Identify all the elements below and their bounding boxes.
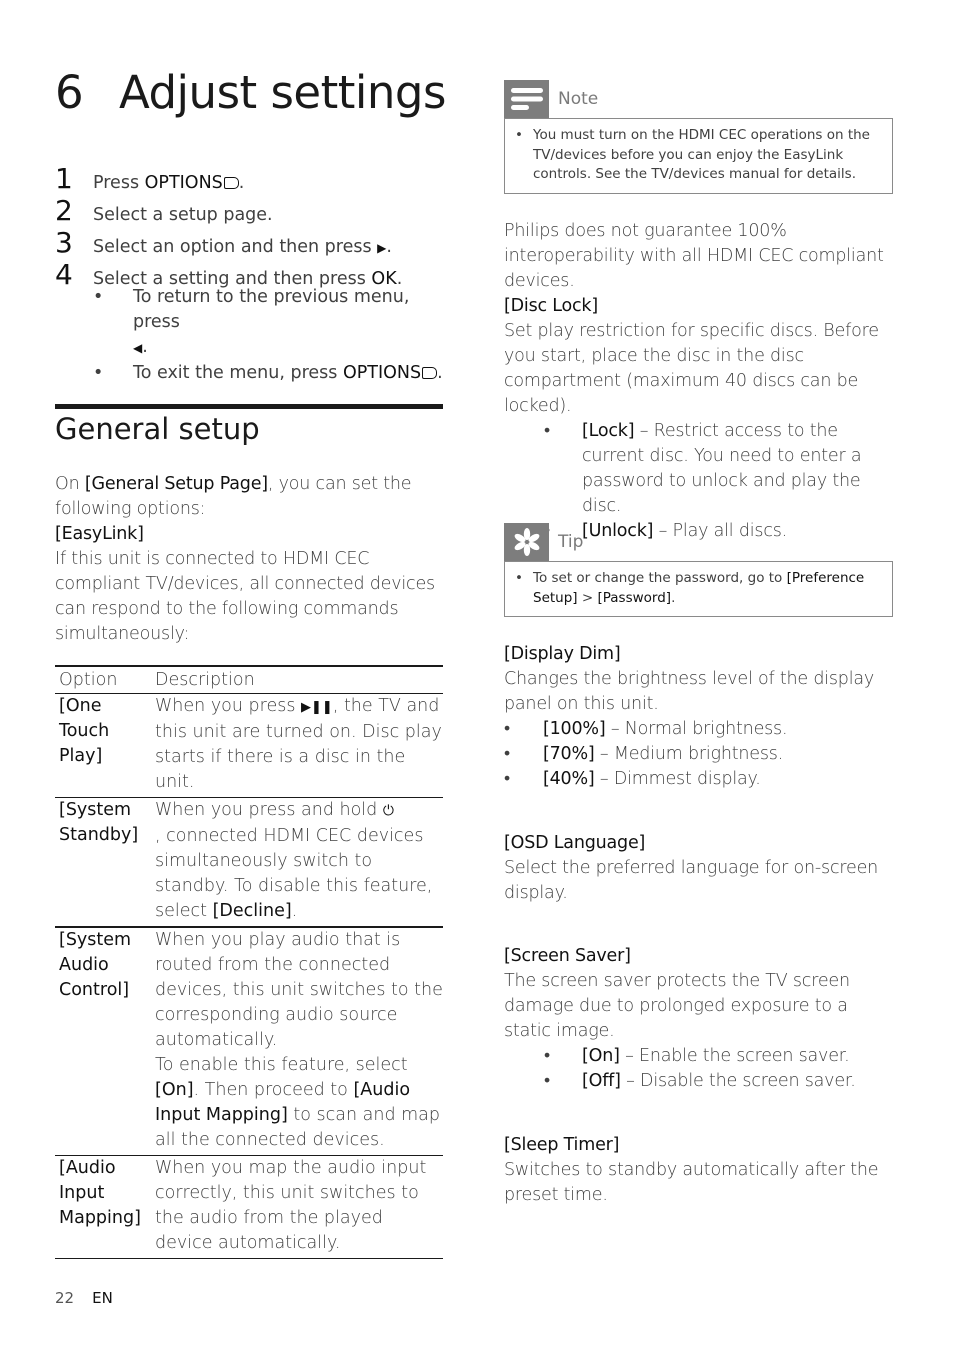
osd-language-section: [OSD Language] Select the preferred lang… (504, 831, 893, 906)
tip-label: Tip (558, 532, 584, 552)
philips-disclaimer: Philips does not guarantee 100% interope… (504, 221, 884, 291)
table-row: [One Touch Play] When you press ▶❚❚, the… (55, 693, 443, 798)
display-dim-label: [Display Dim] (504, 644, 621, 664)
table-row: [System Audio Control] When you play aud… (55, 927, 443, 1156)
tip-asterisk-icon (504, 523, 549, 561)
step-2: 2 Select a setup page. (55, 194, 273, 227)
list-item: • [100%] – Normal brightness. (504, 719, 788, 739)
screen-saver-desc: The screen saver protects the TV screen … (504, 971, 850, 1041)
sleep-timer-desc: Switches to standby automatically after … (504, 1160, 879, 1205)
page-footer: 22 EN (55, 1289, 113, 1307)
steps-list: 1 Press OPTIONS. 2 Select a setup page. … (55, 163, 445, 386)
note-label: Note (558, 89, 599, 109)
language-code: EN (92, 1289, 113, 1307)
screen-saver-section: [Screen Saver] The screen saver protects… (504, 944, 893, 1094)
tip-box: Tip • To set or change the password, go … (504, 523, 893, 617)
list-item: • [40%] – Dimmest display. (504, 769, 761, 789)
disc-lock-label: [Disc Lock] (504, 296, 598, 316)
step-subitem: • To return to the previous menu, press ◀… (93, 287, 410, 357)
screen-saver-label: [Screen Saver] (504, 946, 631, 966)
sleep-timer-section: [Sleep Timer] Switches to standby automa… (504, 1133, 893, 1208)
options-icon (223, 177, 239, 189)
options-table: Option Description [One Touch Play] When… (55, 665, 443, 1259)
power-icon: ⏻ (382, 803, 394, 819)
easylink-desc: If this unit is connected to HDMI CEC co… (55, 549, 435, 644)
chapter-heading: 6 Adjust settings (55, 66, 446, 119)
osd-language-desc: Select the preferred language for on-scr… (504, 858, 879, 903)
step-1: 1 Press OPTIONS. (55, 162, 245, 195)
display-dim-desc: Changes the brightness level of the disp… (504, 669, 875, 714)
table-row: [System Standby] When you press and hold… (55, 797, 443, 928)
list-item: • [On] – Enable the screen saver. (544, 1046, 850, 1066)
play-pause-icon: ▶❚❚ (301, 700, 333, 715)
table-header: Option Description (55, 665, 443, 694)
section-title: General setup (55, 412, 260, 446)
section-divider (55, 404, 443, 409)
step-subitem: • To exit the menu, press OPTIONS. (93, 363, 443, 383)
disc-lock-desc: Set play restriction for specific discs.… (504, 321, 879, 416)
osd-language-label: [OSD Language] (504, 833, 646, 853)
chapter-title: Adjust settings (119, 66, 446, 119)
chapter-number: 6 (55, 66, 84, 119)
note-body: • You must turn on the HDMI CEC operatio… (504, 118, 893, 194)
table-row: [Audio Input Mapping] When you map the a… (55, 1155, 443, 1259)
easylink-label: [EasyLink] (55, 524, 144, 544)
list-item: • [Lock] – Restrict access to the current… (544, 421, 862, 516)
options-icon (422, 367, 438, 379)
step-3: 3 Select an option and then press ▶. (55, 226, 392, 259)
list-item: • [70%] – Medium brightness. (504, 744, 784, 764)
left-arrow-icon: ◀ (133, 341, 143, 355)
note-box: Note • You must turn on the HDMI CEC ope… (504, 80, 893, 194)
tip-body: • To set or change the password, go to [… (504, 561, 893, 617)
note-icon (504, 80, 549, 118)
list-item: • [Off] – Disable the screen saver. (544, 1071, 856, 1091)
section-intro: On [General Setup Page], you can set the… (55, 472, 443, 647)
disc-lock-section: Philips does not guarantee 100% interope… (504, 219, 893, 544)
sleep-timer-label: [Sleep Timer] (504, 1135, 620, 1155)
page-number: 22 (55, 1289, 75, 1307)
display-dim-section: [Display Dim] Changes the brightness lev… (504, 642, 893, 792)
